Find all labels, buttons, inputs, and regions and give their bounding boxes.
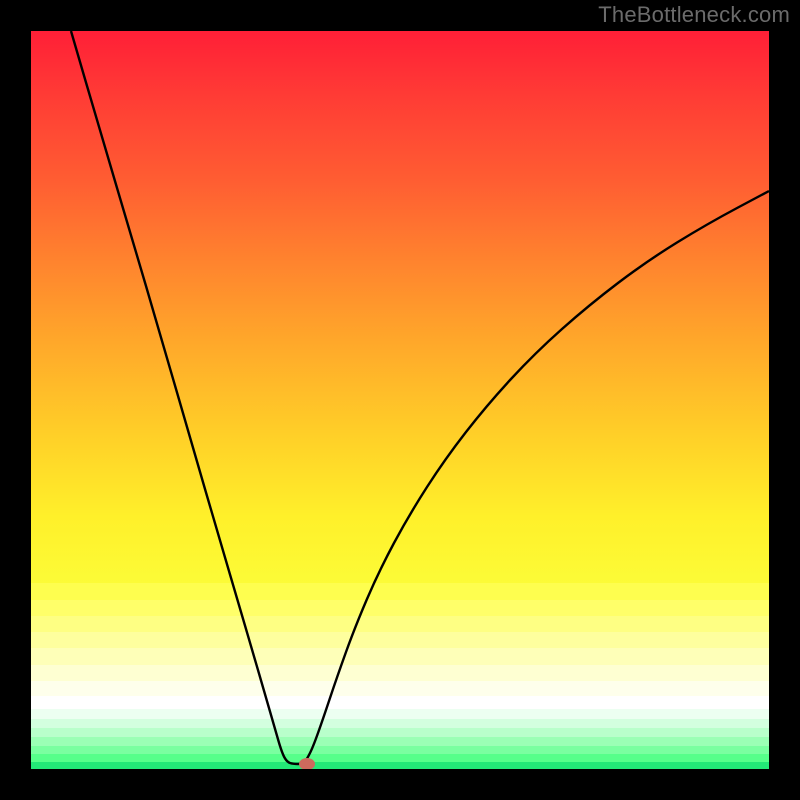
plot-area [31,31,769,769]
bottleneck-curve [71,31,769,764]
watermark-text: TheBottleneck.com [598,2,790,28]
stage: TheBottleneck.com [0,0,800,800]
minimum-marker [299,758,315,769]
frame-right [769,0,800,800]
frame-left [0,0,31,800]
curve-svg [31,31,769,769]
frame-bottom [0,769,800,800]
